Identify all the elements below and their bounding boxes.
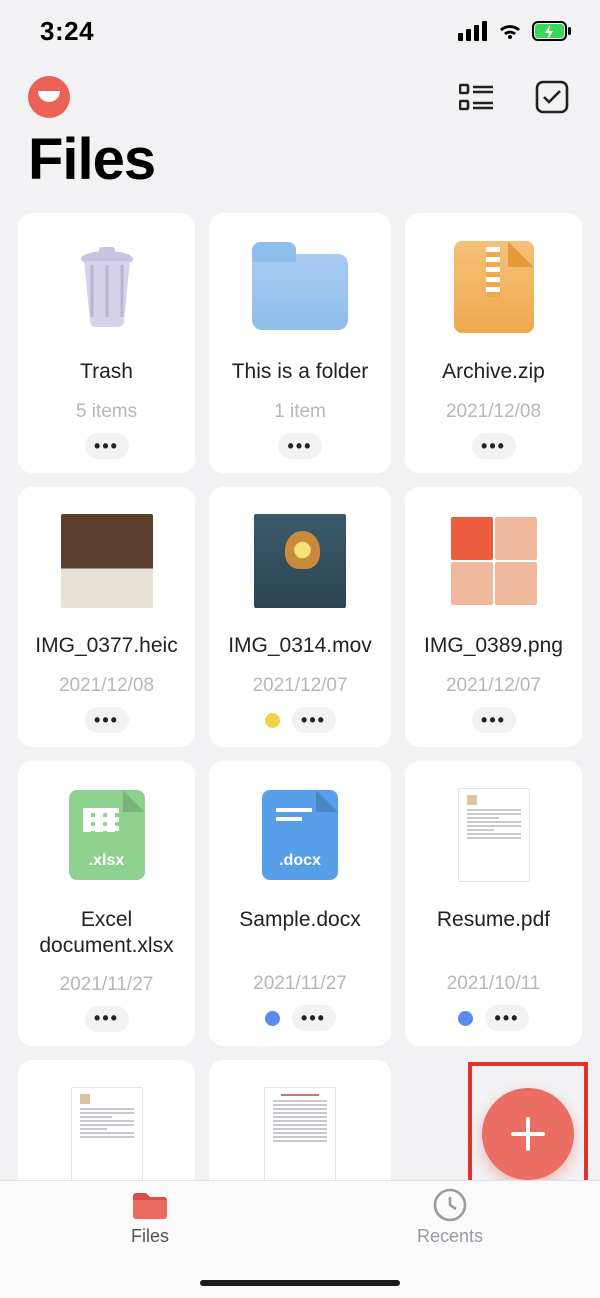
file-meta: 2021/11/27	[60, 974, 154, 996]
wifi-icon	[496, 21, 524, 41]
file-name: Sample.docx	[239, 907, 360, 959]
file-name: IMG_0314.mov	[228, 633, 372, 661]
file-card-zip[interactable]: Archive.zip 2021/12/08 •••	[405, 213, 582, 473]
more-button[interactable]: •••	[485, 1005, 529, 1031]
file-meta: 2021/12/08	[59, 675, 154, 697]
header	[0, 54, 600, 118]
more-button[interactable]: •••	[472, 433, 516, 459]
file-card-folder[interactable]: This is a folder 1 item •••	[209, 213, 391, 473]
file-card-trash[interactable]: Trash 5 items •••	[18, 213, 195, 473]
add-button[interactable]	[482, 1088, 574, 1180]
pdf-thumbnail	[59, 1084, 155, 1184]
file-name: IMG_0377.heic	[35, 633, 177, 661]
file-name: Trash	[80, 359, 133, 387]
file-name: This is a folder	[232, 359, 369, 387]
file-card-video[interactable]: IMG_0314.mov 2021/12/07 •••	[209, 487, 391, 747]
file-card-xlsx[interactable]: .xlsx Excel document.xlsx 2021/11/27 •••	[18, 761, 195, 1046]
xlsx-icon: .xlsx	[59, 785, 155, 885]
battery-charging-icon	[532, 21, 572, 41]
file-name: Excel document.xlsx	[24, 907, 189, 960]
more-button[interactable]: •••	[292, 707, 336, 733]
file-name: Resume.pdf	[437, 907, 550, 959]
select-button[interactable]	[532, 77, 572, 117]
home-indicator[interactable]	[200, 1280, 400, 1286]
zip-icon	[446, 237, 542, 337]
files-tab-icon	[130, 1187, 170, 1223]
file-name: Archive.zip	[442, 359, 545, 387]
cellular-icon	[458, 21, 488, 41]
tag-dot-yellow	[265, 713, 280, 728]
more-button[interactable]: •••	[85, 1006, 129, 1032]
file-card-pdf[interactable]: Resume.pdf 2021/10/11 •••	[405, 761, 582, 1046]
more-button[interactable]: •••	[472, 707, 516, 733]
file-meta: 2021/12/07	[446, 675, 541, 697]
recents-tab-icon	[430, 1187, 470, 1223]
more-button[interactable]: •••	[292, 1005, 336, 1031]
file-meta: 1 item	[274, 401, 326, 423]
header-actions	[456, 77, 572, 117]
pdf-thumbnail	[446, 785, 542, 885]
tab-bar: Files Recents	[0, 1180, 600, 1298]
image-thumbnail	[59, 511, 155, 611]
file-name: IMG_0389.png	[424, 633, 563, 661]
status-icons	[458, 21, 572, 41]
video-thumbnail	[252, 511, 348, 611]
file-meta: 2021/12/08	[446, 401, 541, 423]
view-list-button[interactable]	[456, 77, 496, 117]
tab-label: Recents	[417, 1226, 483, 1247]
app-logo-icon[interactable]	[28, 76, 70, 118]
more-button[interactable]: •••	[278, 433, 322, 459]
pdf-thumbnail	[252, 1084, 348, 1184]
status-time: 3:24	[40, 16, 94, 47]
file-meta: 2021/12/07	[252, 675, 347, 697]
file-card-image[interactable]: IMG_0377.heic 2021/12/08 •••	[18, 487, 195, 747]
tab-label: Files	[131, 1226, 169, 1247]
tag-dot-blue	[458, 1011, 473, 1026]
plus-icon	[505, 1111, 551, 1157]
file-card-image[interactable]: IMG_0389.png 2021/12/07 •••	[405, 487, 582, 747]
image-thumbnail	[446, 511, 542, 611]
more-button[interactable]: •••	[85, 433, 129, 459]
tag-dot-blue	[265, 1011, 280, 1026]
file-meta: 2021/11/27	[253, 973, 347, 995]
trash-icon	[59, 237, 155, 337]
folder-icon	[252, 237, 348, 337]
docx-icon: .docx	[252, 785, 348, 885]
file-card-docx[interactable]: .docx Sample.docx 2021/11/27 •••	[209, 761, 391, 1046]
page-title: Files	[0, 118, 600, 213]
file-meta: 2021/10/11	[447, 973, 541, 995]
status-bar: 3:24	[0, 0, 600, 54]
file-meta: 5 items	[76, 401, 137, 423]
more-button[interactable]: •••	[85, 707, 129, 733]
